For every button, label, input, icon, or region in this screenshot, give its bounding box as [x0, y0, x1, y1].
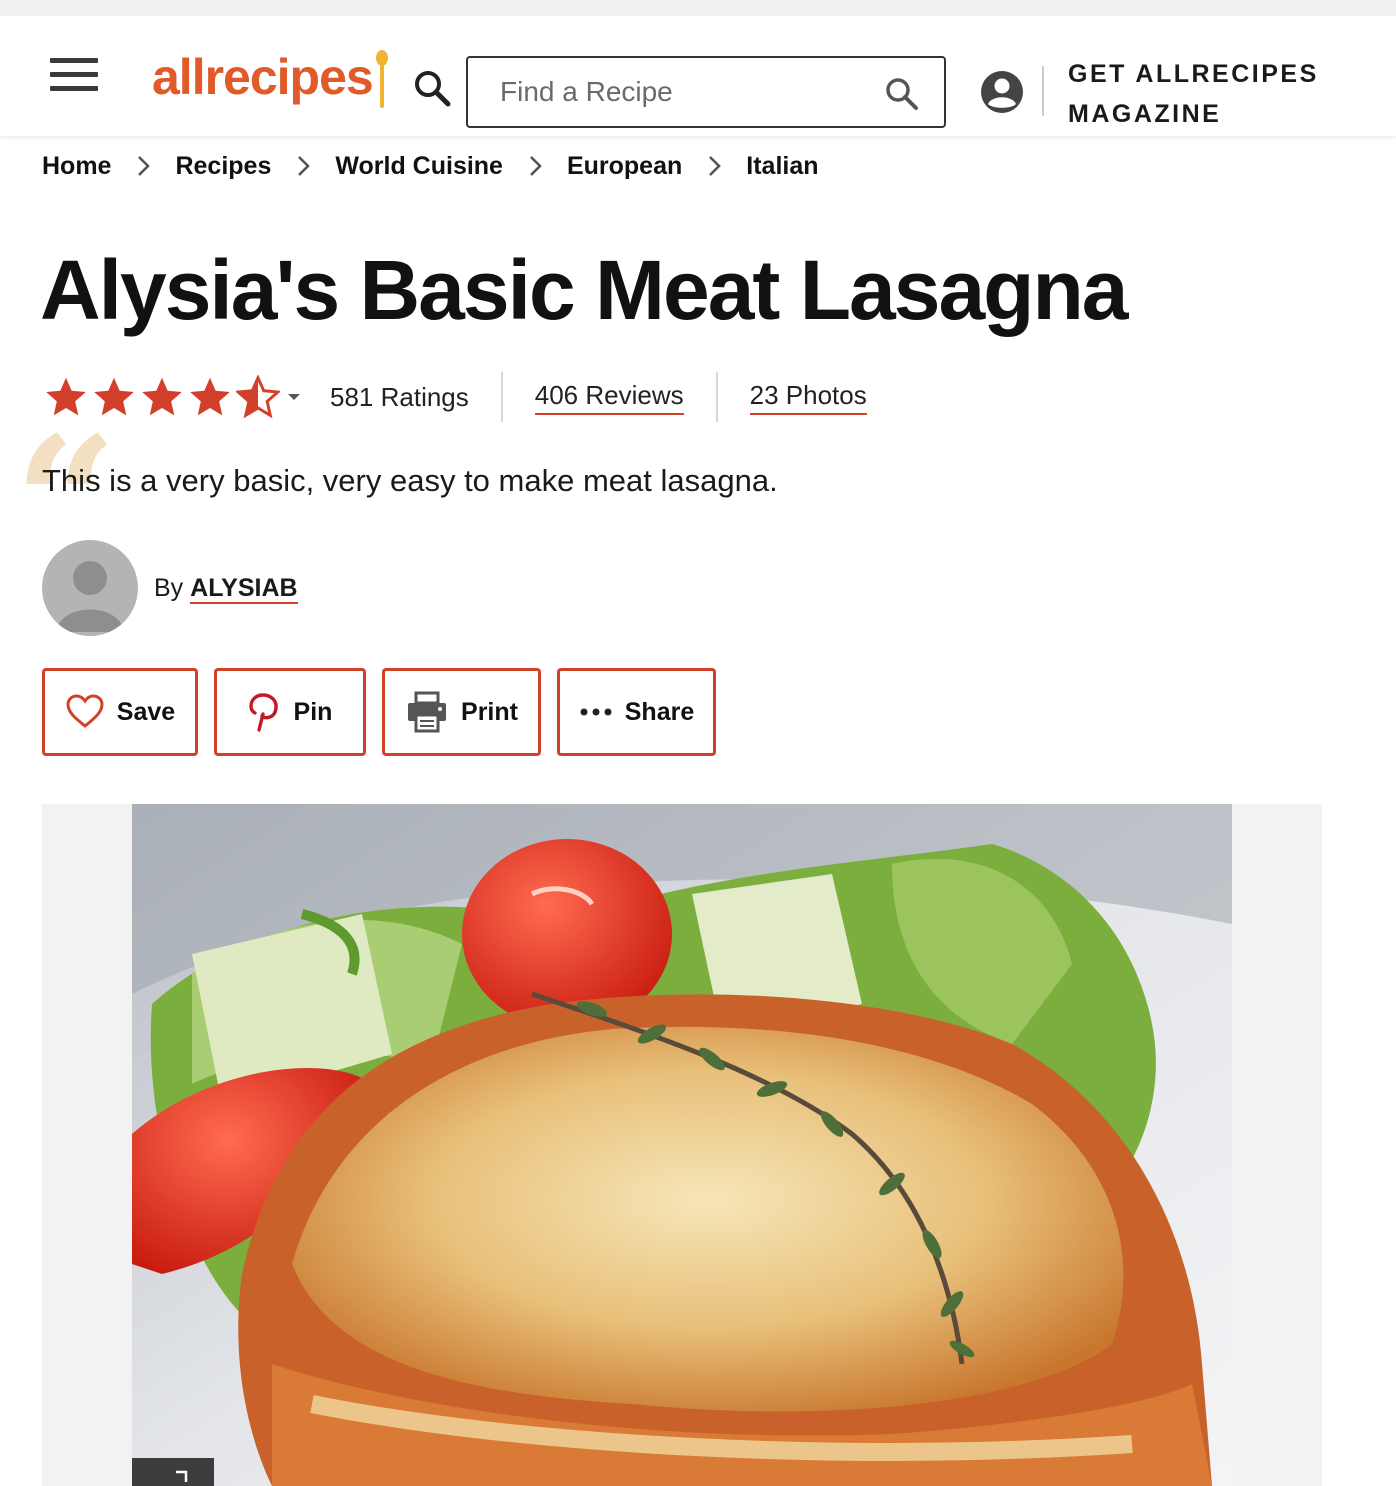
logo-text: allrecipes — [152, 49, 374, 105]
search-input[interactable] — [500, 72, 880, 112]
photos-link[interactable]: 23 Photos — [749, 380, 867, 415]
expand-icon — [176, 1470, 188, 1482]
chevron-right-icon — [682, 146, 746, 186]
by-label: By — [154, 573, 184, 602]
avatar[interactable] — [42, 540, 138, 636]
star-half-icon — [236, 375, 280, 419]
share-label: Share — [624, 697, 695, 726]
reviews-stat: 406 Reviews — [503, 372, 716, 422]
search-box — [466, 56, 946, 128]
browser-top-strip — [0, 0, 1396, 16]
magazine-line-2: MAGAZINE — [1068, 100, 1222, 128]
spoon-icon — [375, 50, 389, 112]
magazine-line-1: GET ALLRECIPES — [1068, 60, 1319, 88]
print-label: Print — [461, 697, 518, 726]
reviews-link[interactable]: 406 Reviews — [534, 380, 684, 415]
breadcrumb-home[interactable]: Home — [42, 152, 111, 181]
author-row: By ALYSIAB — [42, 540, 298, 636]
get-magazine-link[interactable]: GET ALLRECIPES MAGAZINE — [1068, 54, 1368, 134]
heart-icon — [66, 694, 104, 728]
breadcrumb-italian[interactable]: Italian — [746, 152, 818, 181]
user-account-icon[interactable] — [980, 70, 1024, 114]
logo-magnifier-icon — [415, 71, 451, 107]
action-bar: Save Pin Print Share — [42, 668, 732, 756]
chevron-right-icon — [503, 146, 567, 186]
recipe-photo-illustration — [132, 804, 1232, 1486]
photos-stat: 23 Photos — [718, 372, 899, 422]
expand-photo-button[interactable] — [132, 1458, 214, 1486]
breadcrumb-recipes[interactable]: Recipes — [175, 152, 271, 181]
save-label: Save — [116, 697, 176, 726]
ratings-count-label: 581 Ratings — [330, 381, 469, 412]
print-button[interactable]: Print — [382, 668, 541, 756]
breadcrumb-european[interactable]: European — [567, 152, 682, 181]
pin-label: Pin — [293, 697, 333, 726]
breadcrumb-world-cuisine[interactable]: World Cuisine — [335, 152, 503, 181]
recipe-description: This is a very basic, very easy to make … — [42, 463, 778, 498]
site-header: allrecipes GET ALLRECIPES MAGAZINE — [0, 16, 1396, 136]
breadcrumb: Home Recipes World Cuisine European Ital… — [42, 146, 819, 186]
share-button[interactable]: Share — [557, 668, 716, 756]
rating-row: 581 Ratings 406 Reviews 23 Photos — [44, 372, 899, 422]
recipe-title: Alysia's Basic Meat Lasagna — [40, 243, 1129, 337]
header-divider — [1042, 66, 1044, 116]
star-full-icon — [190, 377, 230, 416]
lasagna-with-salad-photo[interactable] — [132, 804, 1232, 1486]
more-dots-icon — [580, 708, 612, 716]
byline: By ALYSIAB — [154, 573, 298, 604]
allrecipes-logo[interactable]: allrecipes — [152, 42, 389, 112]
printer-icon — [408, 691, 447, 733]
pinterest-icon — [248, 693, 278, 732]
hamburger-menu-icon[interactable] — [50, 58, 98, 92]
save-button[interactable]: Save — [42, 668, 198, 756]
avatar-silhouette-icon — [56, 561, 124, 632]
chevron-right-icon — [271, 146, 335, 186]
search-icon[interactable] — [882, 74, 922, 114]
star-full-icon — [142, 377, 182, 416]
author-link[interactable]: ALYSIAB — [190, 573, 298, 604]
caret-down-icon — [288, 394, 300, 400]
pin-button[interactable]: Pin — [214, 668, 366, 756]
recipe-photo-frame — [42, 804, 1322, 1486]
ratings-count: 581 Ratings — [330, 372, 501, 422]
chevron-right-icon — [111, 146, 175, 186]
